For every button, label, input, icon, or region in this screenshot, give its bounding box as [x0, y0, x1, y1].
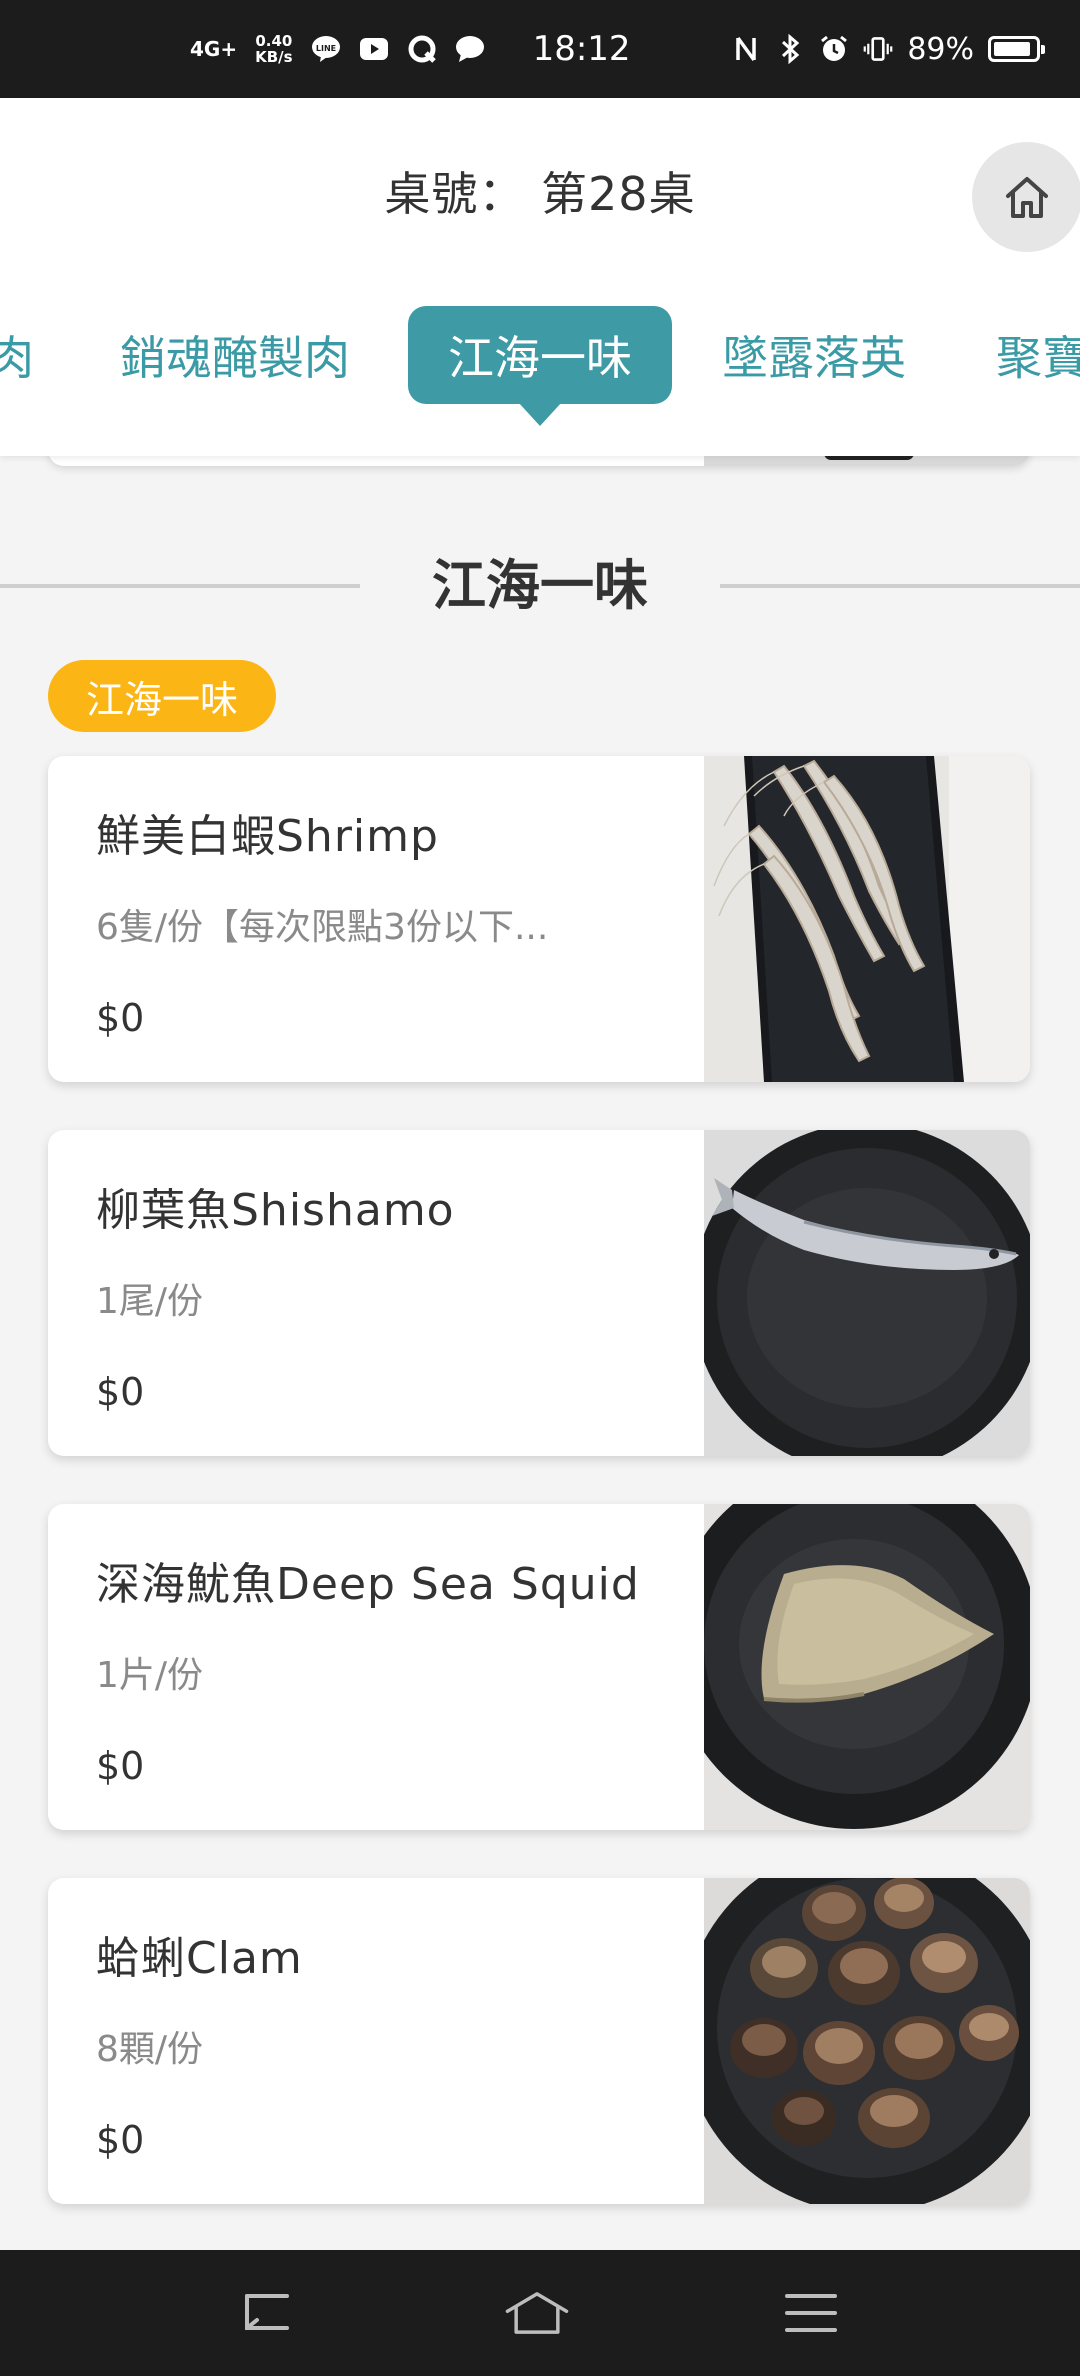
- status-right: 89%: [731, 0, 1045, 98]
- bluetooth-icon: [775, 34, 805, 64]
- item-name: 蛤蜊Clam: [96, 1933, 303, 1984]
- category-badge: 江海一味: [48, 660, 277, 732]
- system-home-icon: [505, 2292, 569, 2334]
- item-description: 1片/份: [96, 1655, 204, 1696]
- menu-item-shrimp[interactable]: 鮮美白蝦Shrimp 6隻/份【每次限點3份以下... $0: [48, 756, 1030, 1082]
- tab-meat[interactable]: 肉: [0, 306, 34, 404]
- item-price: $0: [96, 2118, 145, 2162]
- previous-item-card[interactable]: [48, 456, 1030, 466]
- menu-item-squid[interactable]: 深海魷魚Deep Sea Squid 1片/份 $0: [48, 1504, 1030, 1830]
- network-speed: 0.40 KB/s: [255, 33, 292, 65]
- battery-icon: [988, 36, 1045, 62]
- line-icon-label: LINE: [315, 44, 335, 53]
- clock-time: 18:12: [532, 29, 631, 69]
- system-nav-bar: [0, 2250, 1080, 2376]
- tab-seafood[interactable]: 江海一味: [408, 306, 672, 426]
- back-icon: [245, 2294, 289, 2330]
- item-name: 深海魷魚Deep Sea Squid: [96, 1559, 640, 1610]
- clam-image: [704, 1878, 1030, 2204]
- previous-item-image: [704, 456, 1030, 466]
- tab-marinated-meat[interactable]: 銷魂醃製肉: [120, 306, 350, 404]
- item-name: 柳葉魚Shishamo: [96, 1185, 455, 1236]
- speed-unit: KB/s: [255, 48, 293, 66]
- tab-more[interactable]: 聚寶: [996, 306, 1080, 404]
- item-price: $0: [96, 996, 145, 1040]
- menu-list[interactable]: 江海一味 江海一味 鮮美白蝦Shrimp 6隻/份【每次限點3份以下... $0: [0, 456, 1080, 2250]
- q-app-icon: [407, 34, 437, 64]
- squid-image: [704, 1504, 1030, 1830]
- shishamo-image: [704, 1130, 1030, 1456]
- alarm-icon: [819, 34, 849, 64]
- app-header: 桌號： 第28桌 肉 銷魂醃製肉 江海一味 墜露落英 聚寶: [0, 98, 1080, 456]
- tab-vegetables[interactable]: 墜露落英: [722, 306, 906, 404]
- battery-level: [994, 42, 1030, 56]
- nfc-icon: [731, 34, 761, 64]
- home-icon: [1006, 177, 1048, 218]
- home-button[interactable]: [972, 142, 1080, 252]
- vibrate-icon: [863, 34, 893, 64]
- item-price: $0: [96, 1744, 145, 1788]
- status-left: 4G+ 0.40 KB/s LINE 18:12: [190, 0, 631, 98]
- item-description: 8顆/份: [96, 2029, 204, 2070]
- item-description: 6隻/份【每次限點3份以下...: [96, 907, 549, 948]
- network-indicator: 4G+: [190, 37, 238, 61]
- menu-icon: [785, 2294, 837, 2332]
- menu-item-clam[interactable]: 蛤蜊Clam 8顆/份 $0: [48, 1878, 1030, 2204]
- section-header: 江海一味: [0, 546, 1080, 626]
- item-name: 鮮美白蝦Shrimp: [96, 811, 439, 862]
- status-bar: 4G+ 0.40 KB/s LINE 18:12 89%: [0, 0, 1080, 98]
- line-icon: LINE: [311, 34, 341, 64]
- section-title: 江海一味: [432, 554, 648, 617]
- item-description: 1尾/份: [96, 1281, 204, 1322]
- category-tabs: 肉 銷魂醃製肉 江海一味 墜露落英 聚寶: [0, 306, 1080, 426]
- shrimp-image: [704, 756, 1030, 1082]
- system-home-button[interactable]: [504, 2280, 570, 2346]
- back-button[interactable]: [234, 2280, 300, 2346]
- table-number: 桌號： 第28桌: [384, 167, 696, 221]
- menu-item-shishamo[interactable]: 柳葉魚Shishamo 1尾/份 $0: [48, 1130, 1030, 1456]
- youtube-icon: [359, 34, 389, 64]
- recents-button[interactable]: [778, 2280, 844, 2346]
- item-price: $0: [96, 1370, 145, 1414]
- chat-icon: [455, 34, 485, 64]
- battery-percent: 89%: [907, 31, 974, 67]
